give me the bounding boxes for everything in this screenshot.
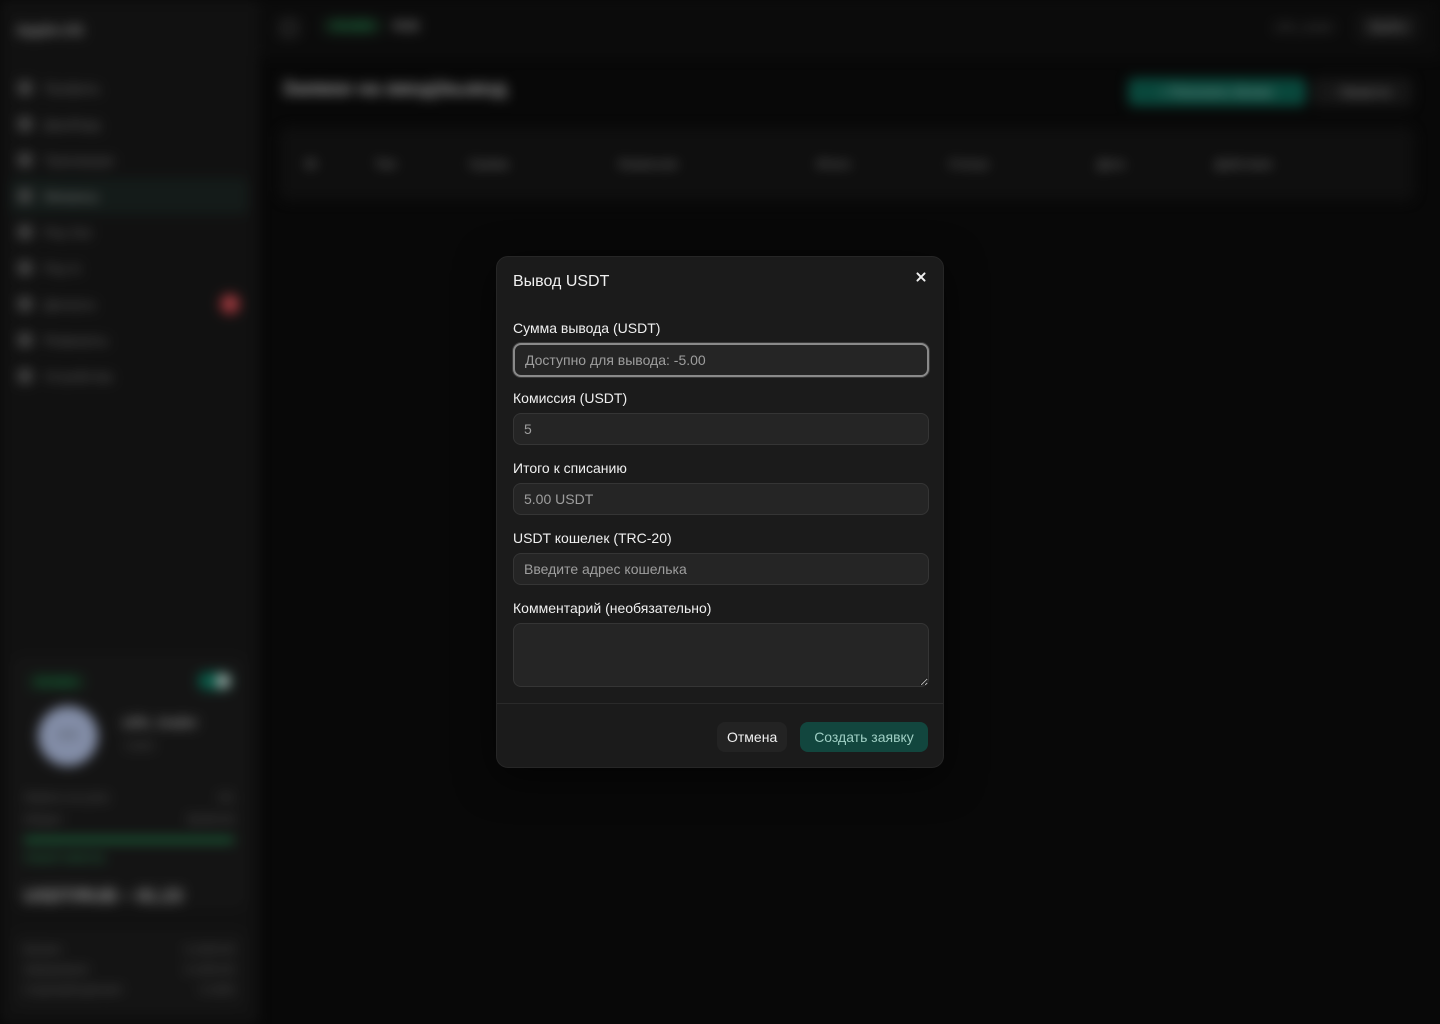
wallet-label: USDT кошелек (TRC-20): [513, 530, 672, 546]
modal-title: Вывод USDT: [513, 273, 610, 290]
modal-divider: [497, 703, 943, 704]
fee-label: Комиссия (USDT): [513, 390, 628, 406]
create-request-button[interactable]: Создать заявку: [800, 722, 928, 752]
amount-label: Сумма вывода (USDT): [513, 320, 661, 336]
comment-label: Комментарий (необязательно): [513, 600, 712, 616]
amount-input[interactable]: [513, 343, 929, 377]
fee-field: [513, 413, 929, 445]
wallet-input[interactable]: [513, 553, 929, 585]
withdraw-modal: Вывод USDT Сумма вывода (USDT) Комиссия …: [496, 256, 944, 768]
cancel-button[interactable]: Отмена: [717, 722, 788, 752]
comment-textarea[interactable]: [513, 623, 929, 687]
total-field: [513, 483, 929, 515]
close-icon[interactable]: [913, 269, 929, 285]
total-label: Итого к списанию: [513, 460, 627, 476]
